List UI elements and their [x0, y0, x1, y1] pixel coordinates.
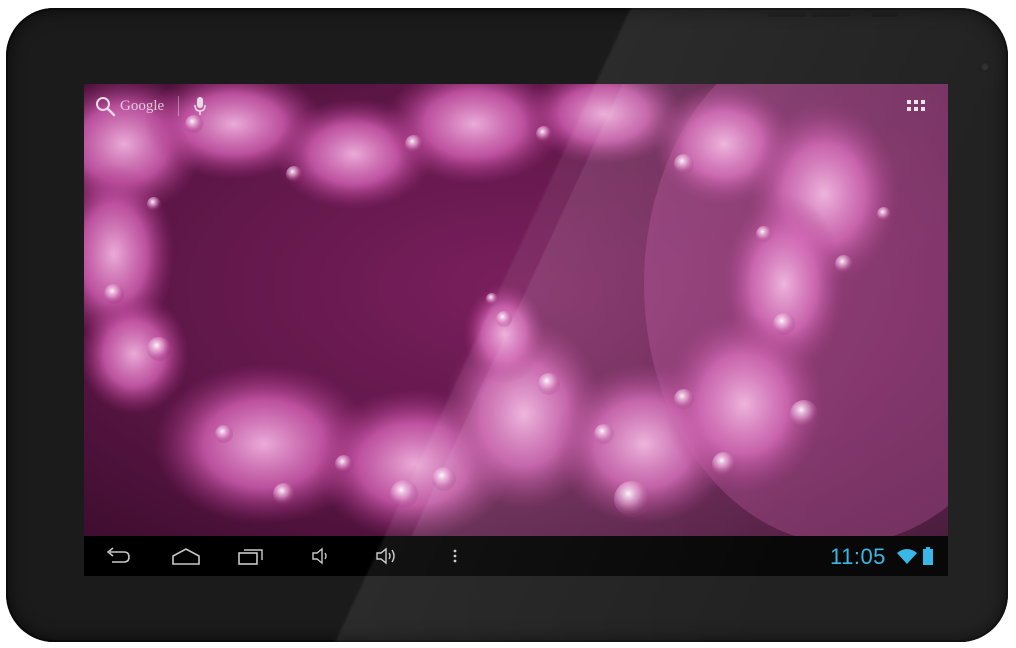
search-divider	[178, 96, 180, 116]
microphone-icon[interactable]	[193, 95, 207, 117]
volume-rocker	[812, 12, 850, 17]
screen: Google 11:05	[84, 84, 948, 576]
wallpaper	[84, 84, 948, 536]
app-drawer-icon[interactable]	[905, 97, 927, 117]
front-camera	[980, 62, 990, 72]
status-clock: 11:05	[830, 544, 886, 569]
menu-icon[interactable]	[450, 546, 460, 566]
battery-icon	[923, 547, 933, 565]
side-key	[872, 12, 898, 17]
search-icon	[96, 97, 116, 117]
home-icon[interactable]	[170, 546, 202, 566]
volume-up-icon[interactable]	[374, 546, 400, 566]
back-icon[interactable]	[102, 546, 132, 566]
system-bar: 11:05	[84, 536, 948, 576]
recent-apps-icon[interactable]	[236, 546, 266, 566]
power-button	[768, 12, 806, 17]
search-label: Google	[120, 97, 165, 114]
tablet-device: Google 11:05	[6, 8, 1008, 642]
google-search-bar[interactable]: Google	[94, 94, 207, 118]
wifi-icon	[897, 549, 917, 564]
volume-down-icon[interactable]	[310, 546, 332, 566]
